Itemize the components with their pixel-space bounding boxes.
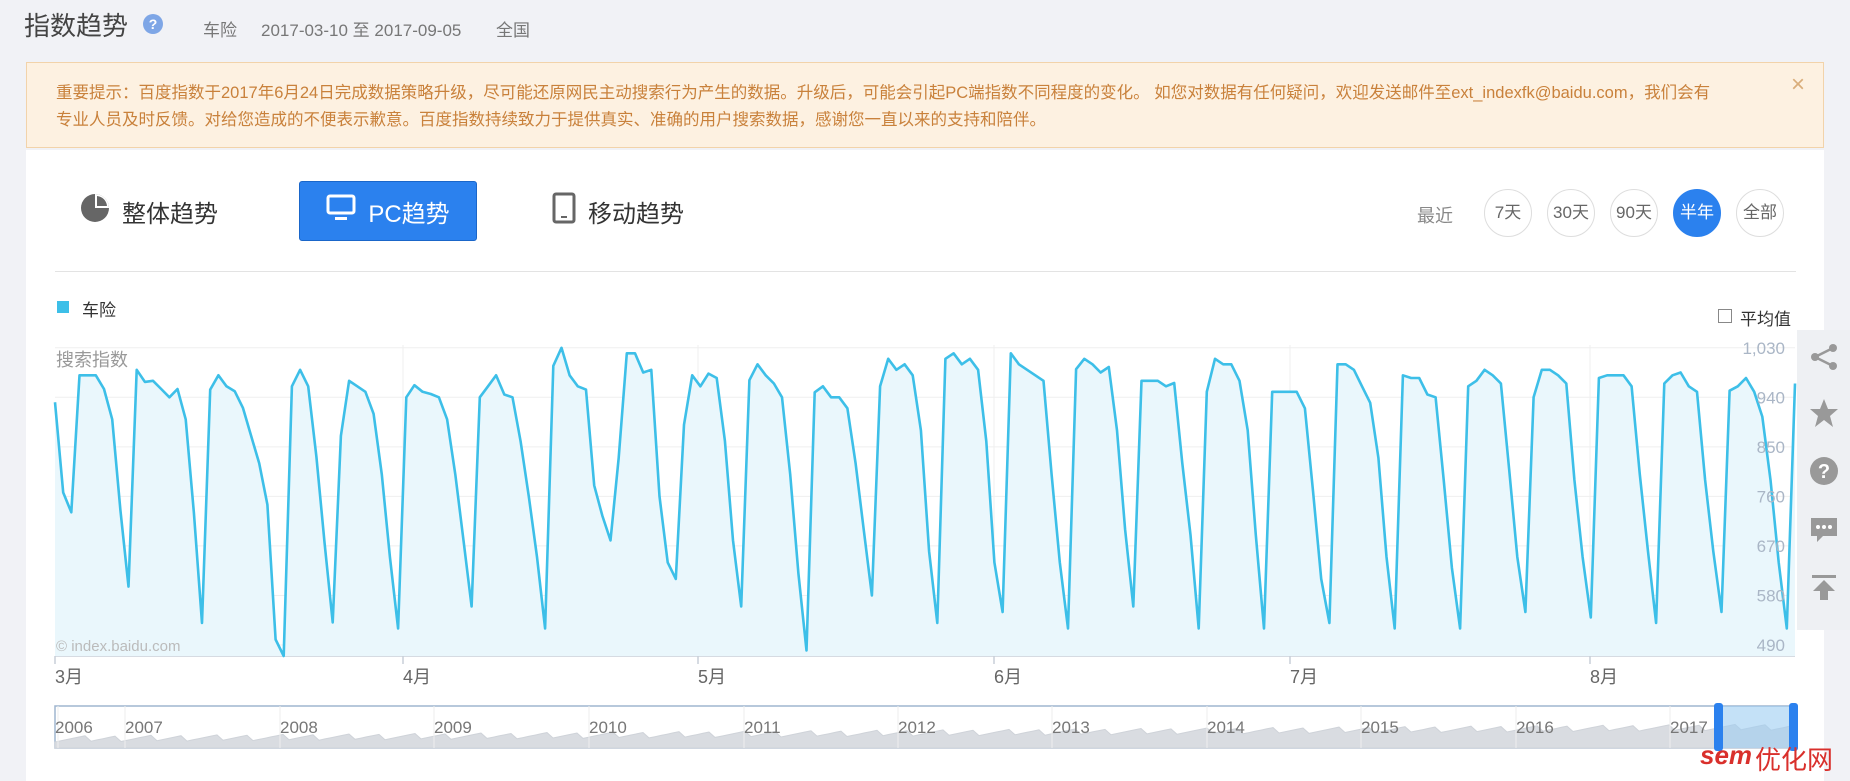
x-tick-label: 6月 <box>994 667 1022 687</box>
y-tick-label: 850 <box>1757 438 1785 457</box>
navigator-year-label: 2011 <box>744 718 781 737</box>
y-axis-label: 搜索指数 <box>56 350 128 370</box>
navigator-year-label: 2008 <box>280 718 318 737</box>
navigator-year-label: 2006 <box>55 718 93 737</box>
y-tick-label: 670 <box>1757 537 1785 556</box>
y-tick-label: 580 <box>1757 586 1785 605</box>
side-toolbar: ? <box>1797 330 1850 630</box>
x-tick-label: 8月 <box>1590 667 1618 687</box>
chart-watermark: © index.baidu.com <box>56 638 180 655</box>
navigator-year-label: 2012 <box>898 718 936 737</box>
star-icon[interactable] <box>1809 398 1839 428</box>
trend-chart: 1,030 940 850 760 670 580 490 3月 4月 5月 6月 7月 8月 搜索指… <box>53 339 1798 751</box>
y-tick-label: 940 <box>1757 388 1785 407</box>
navigator-year-label: 2015 <box>1361 718 1399 737</box>
share-icon[interactable] <box>1809 342 1839 372</box>
comment-icon[interactable] <box>1809 514 1839 544</box>
x-tick-label: 4月 <box>403 667 431 687</box>
navigator-year-label: 2013 <box>1052 718 1090 737</box>
navigator-year-label: 2017 <box>1670 718 1708 737</box>
navigator-year-label: 2009 <box>434 718 472 737</box>
brand-watermark-sem: sem <box>1700 740 1753 770</box>
time-navigator[interactable]: 2006 2007 2008 2009 2010 2011 2012 2013 2014 2015… <box>54 703 1798 751</box>
navigator-year-label: 2010 <box>589 718 627 737</box>
y-tick-label: 760 <box>1757 487 1785 506</box>
brand-watermark-cn: 优化网 <box>1755 745 1834 775</box>
x-tick-label: 7月 <box>1290 667 1318 687</box>
question-icon[interactable]: ? <box>1809 456 1839 486</box>
svg-text:?: ? <box>1818 461 1830 483</box>
navigator-year-label: 2007 <box>125 718 163 737</box>
x-tick-label: 5月 <box>698 667 726 687</box>
y-tick-label: 1,030 <box>1742 339 1785 358</box>
navigator-year-label: 2016 <box>1516 718 1554 737</box>
x-tick-label: 3月 <box>55 667 83 687</box>
navigator-year-label: 2014 <box>1207 718 1245 737</box>
y-tick-label: 490 <box>1757 636 1785 655</box>
back-to-top-icon[interactable] <box>1809 572 1839 602</box>
